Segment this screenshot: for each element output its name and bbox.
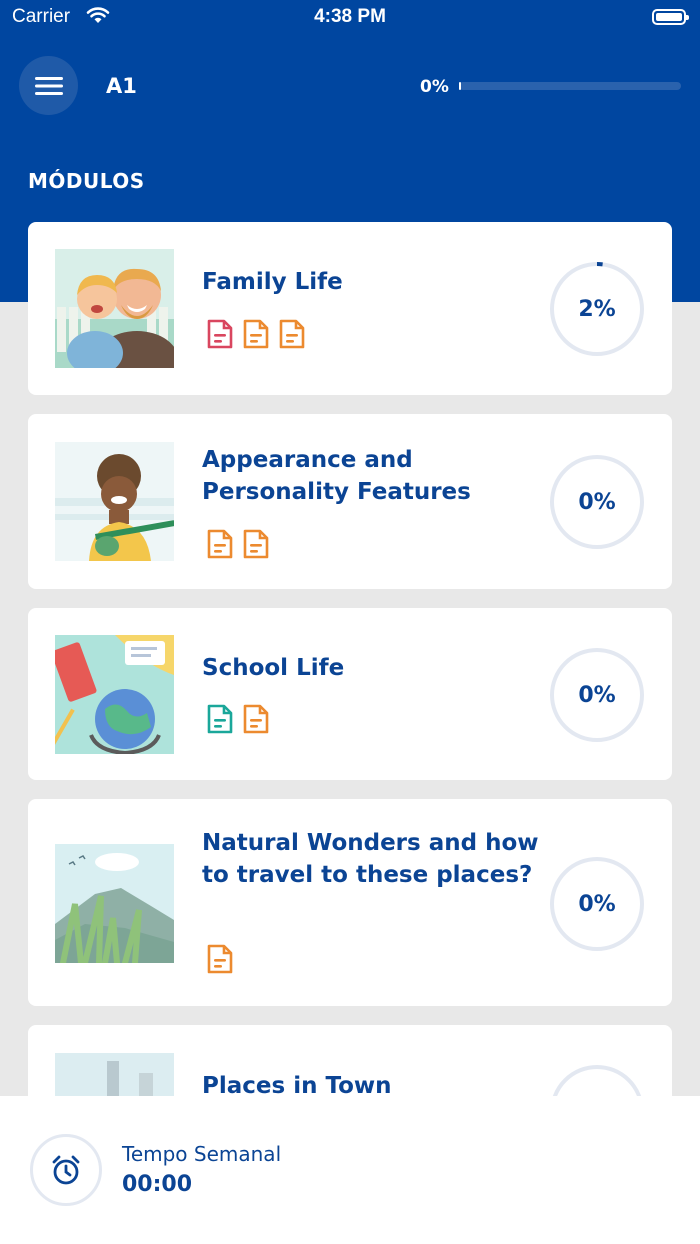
document-orange-icon	[242, 528, 270, 560]
weekly-time-label: Tempo Semanal	[122, 1142, 282, 1166]
document-orange-icon	[206, 528, 234, 560]
battery-icon	[652, 9, 689, 25]
document-orange-icon	[206, 943, 234, 975]
module-progress-label: 0%	[578, 682, 616, 708]
module-progress-ring: 0%	[550, 857, 644, 951]
document-teal-icon	[206, 703, 234, 735]
module-progress-ring: 0%	[550, 648, 644, 742]
document-orange-icon	[242, 318, 270, 350]
weekly-time-panel: Tempo Semanal 00:00	[0, 1096, 700, 1244]
module-progress-ring: 0%	[550, 455, 644, 549]
module-thumbnail	[55, 249, 174, 368]
document-orange-icon	[242, 703, 270, 735]
overall-progress-fill	[459, 82, 461, 90]
timer-button[interactable]	[30, 1134, 102, 1206]
document-red-icon	[206, 318, 234, 350]
overall-progress-bar	[459, 82, 681, 90]
module-progress-ring: 2%	[550, 262, 644, 356]
module-card-natural-wonders[interactable]: Natural Wonders and how to travel to the…	[28, 799, 672, 1006]
module-progress-label: 0%	[578, 489, 616, 515]
module-title: Appearance and Personality Features	[202, 447, 471, 505]
module-thumbnail	[55, 844, 174, 963]
module-card-school-life[interactable]: School Life 0%	[28, 608, 672, 780]
module-progress-label: 2%	[578, 296, 616, 322]
module-title: School Life	[202, 655, 345, 681]
module-title: Family Life	[202, 269, 343, 295]
module-card-appearance[interactable]: Appearance and Personality Features 0%	[28, 414, 672, 589]
alarm-clock-icon	[52, 1155, 80, 1185]
module-progress-label: 0%	[578, 891, 616, 917]
weekly-time-value: 00:00	[122, 1172, 193, 1197]
module-thumbnail	[55, 635, 174, 754]
overall-progress-label: 0%	[420, 77, 449, 97]
document-orange-icon	[278, 318, 306, 350]
status-bar: Carrier 4:38 PM	[0, 0, 700, 40]
section-title: MÓDULOS	[28, 169, 145, 193]
module-title: Natural Wonders and how to travel to the…	[202, 830, 539, 888]
level-title: A1	[106, 74, 137, 98]
hamburger-icon	[34, 76, 63, 95]
status-time: 4:38 PM	[314, 6, 386, 27]
module-card-family-life[interactable]: Family Life 2%	[28, 222, 672, 395]
menu-button[interactable]	[19, 56, 78, 115]
module-thumbnail	[55, 442, 174, 561]
